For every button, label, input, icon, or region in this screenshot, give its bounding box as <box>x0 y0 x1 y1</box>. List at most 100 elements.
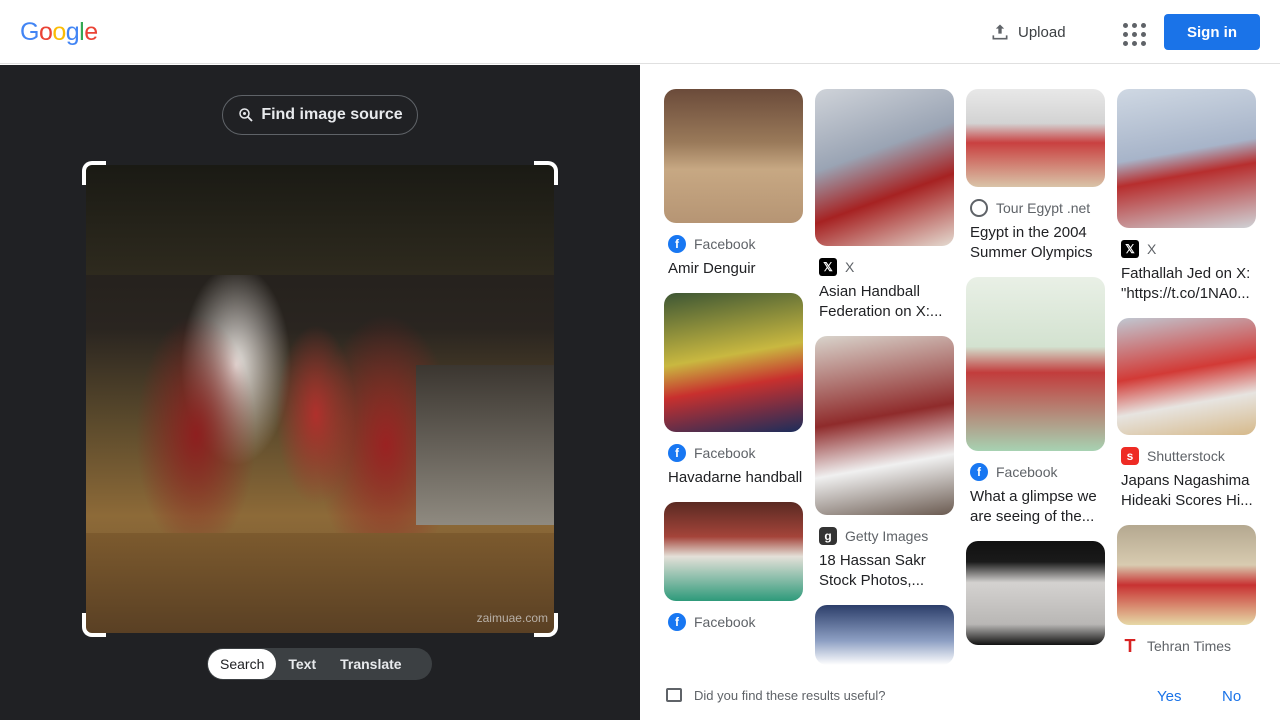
handball-photo: zaimuae.com <box>86 165 554 633</box>
crop-handle-top-left[interactable] <box>82 161 106 185</box>
result-source[interactable]: Tour Egypt .net <box>966 199 1105 217</box>
result-thumbnail[interactable] <box>664 89 803 223</box>
facebook-icon: f <box>970 463 988 481</box>
crop-handle-bottom-right[interactable] <box>534 613 558 637</box>
result-source[interactable]: T Tehran Times <box>1117 636 1256 656</box>
result-card[interactable]: f Facebook What a glimpse we are seeing of… <box>966 277 1105 527</box>
feedback-yes-button[interactable]: Yes <box>1157 688 1181 705</box>
google-logo[interactable]: Google <box>20 18 98 47</box>
logo-letter: G <box>20 18 39 46</box>
photo-background <box>86 165 554 275</box>
sign-in-button[interactable]: Sign in <box>1164 14 1260 50</box>
result-thumbnail[interactable] <box>815 89 954 246</box>
result-source[interactable]: f Facebook <box>966 463 1105 481</box>
tehran-times-icon: T <box>1121 636 1139 656</box>
upload-label: Upload <box>1018 23 1066 41</box>
result-card[interactable]: g Getty Images 18 Hassan Sakr Stock Photos… <box>815 336 954 591</box>
result-card[interactable] <box>966 541 1105 645</box>
result-thumbnail[interactable] <box>815 336 954 515</box>
shutterstock-icon: s <box>1121 447 1139 465</box>
visual-matches-panel: f Facebook Amir Denguir f Facebook Havadarne … <box>640 65 1280 720</box>
x-icon: 𝕏 <box>819 258 837 276</box>
crop-handle-top-right[interactable] <box>534 161 558 185</box>
logo-letter: g <box>65 18 80 46</box>
result-source[interactable]: 𝕏X <box>1117 240 1256 258</box>
facebook-icon: f <box>668 444 686 462</box>
result-card[interactable]: 𝕏 X Asian Handball Federation on X:... <box>815 89 954 322</box>
getty-icon: g <box>819 527 837 545</box>
results-column: 𝕏 X Asian Handball Federation on X:... g Get… <box>815 89 954 679</box>
result-card[interactable]: f Facebook Havadarne handball <box>664 293 803 488</box>
result-source[interactable]: 𝕏X <box>815 258 954 276</box>
x-icon: 𝕏 <box>1121 240 1139 258</box>
result-source-name: Getty Images <box>845 528 929 544</box>
result-title[interactable]: Fathallah Jed on X: "https://t.co/1NA0..… <box>1117 264 1256 304</box>
result-title[interactable]: Japans Nagashima Hideaki Scores Hi... <box>1117 471 1256 511</box>
facebook-icon: f <box>668 613 686 631</box>
mode-tab-translate[interactable]: Translate <box>328 649 413 679</box>
result-source[interactable]: s Shutterstock <box>1117 447 1256 465</box>
result-source-name: Facebook <box>996 464 1058 480</box>
result-thumbnail[interactable] <box>664 502 803 601</box>
result-card[interactable]: s Shutterstock Japans Nagashima Hideaki Sc… <box>1117 318 1256 511</box>
lens-search-icon <box>239 108 253 122</box>
feedback-no-button[interactable]: No <box>1222 688 1241 705</box>
find-image-source-label: Find image source <box>261 106 403 123</box>
result-source-name: Facebook <box>694 236 756 252</box>
result-source[interactable]: f Facebook <box>664 444 803 462</box>
result-source[interactable]: f Facebook <box>664 235 803 253</box>
upload-button[interactable]: Upload <box>990 18 1066 46</box>
result-card[interactable]: T Tehran Times <box>1117 525 1256 656</box>
result-source[interactable]: f Facebook <box>664 613 803 631</box>
logo-letter: e <box>84 18 98 46</box>
result-title[interactable]: What a glimpse we are seeing of the... <box>966 487 1105 527</box>
top-header: Google Upload Sign in <box>0 0 1280 64</box>
result-source-name: Facebook <box>694 614 756 630</box>
result-thumbnail[interactable] <box>1117 89 1256 228</box>
query-image-panel: Find image source zaimuae.com Search Text… <box>0 65 640 720</box>
result-title[interactable]: Egypt in the 2004 Summer Olympics <box>966 223 1105 263</box>
result-title[interactable]: Havadarne handball <box>664 468 803 488</box>
result-thumbnail[interactable] <box>966 277 1105 451</box>
feedback-icon <box>666 688 682 702</box>
logo-letter: o <box>52 18 66 46</box>
find-image-source-button[interactable]: Find image source <box>222 95 418 135</box>
facebook-icon: f <box>668 235 686 253</box>
result-source-name: Tour Egypt .net <box>996 200 1091 216</box>
result-thumbnail[interactable] <box>1117 525 1256 625</box>
result-thumbnail[interactable] <box>664 293 803 432</box>
result-source[interactable]: g Getty Images <box>815 527 954 545</box>
result-thumbnail[interactable] <box>966 541 1105 645</box>
globe-icon <box>970 199 988 217</box>
mode-switcher: Search Text Translate <box>207 648 432 680</box>
mode-tab-text[interactable]: Text <box>276 649 328 679</box>
mode-tab-search[interactable]: Search <box>208 649 277 679</box>
result-card[interactable]: f Facebook <box>664 502 803 631</box>
results-column: Tour Egypt .net Egypt in the 2004 Summer … <box>966 89 1105 659</box>
result-thumbnail[interactable] <box>1117 318 1256 435</box>
crop-handle-bottom-left[interactable] <box>82 613 106 637</box>
result-source-name: Tehran Times <box>1147 638 1232 654</box>
photo-wall <box>416 365 554 525</box>
query-image[interactable]: zaimuae.com <box>86 165 554 633</box>
result-title[interactable]: 18 Hassan Sakr Stock Photos,... <box>815 551 954 591</box>
results-column: 𝕏 X Fathallah Jed on X: "https://t.co/1NA0… <box>1117 89 1256 669</box>
result-source-name: Shutterstock <box>1147 448 1225 464</box>
result-card[interactable] <box>815 605 954 665</box>
result-card[interactable]: Tour Egypt .net Egypt in the 2004 Summer … <box>966 89 1105 263</box>
upload-icon <box>992 24 1008 40</box>
result-card[interactable]: f Facebook Amir Denguir <box>664 89 803 279</box>
result-title[interactable]: Amir Denguir <box>664 259 803 279</box>
result-source-name: X <box>845 259 855 275</box>
logo-letter: o <box>38 18 53 46</box>
result-title[interactable]: Asian Handball Federation on X:... <box>815 282 954 322</box>
feedback-bar: Did you find these results useful? Yes N… <box>640 672 1280 720</box>
apps-grid-icon[interactable] <box>1119 19 1146 46</box>
results-column: f Facebook Amir Denguir f Facebook Havadarne … <box>664 89 803 645</box>
result-card[interactable]: 𝕏 X Fathallah Jed on X: "https://t.co/1NA0… <box>1117 89 1256 304</box>
result-thumbnail[interactable] <box>815 605 954 665</box>
result-source-name: X <box>1147 241 1157 257</box>
result-thumbnail[interactable] <box>966 89 1105 187</box>
feedback-question: Did you find these results useful? <box>694 688 886 703</box>
result-source-name: Facebook <box>694 445 756 461</box>
